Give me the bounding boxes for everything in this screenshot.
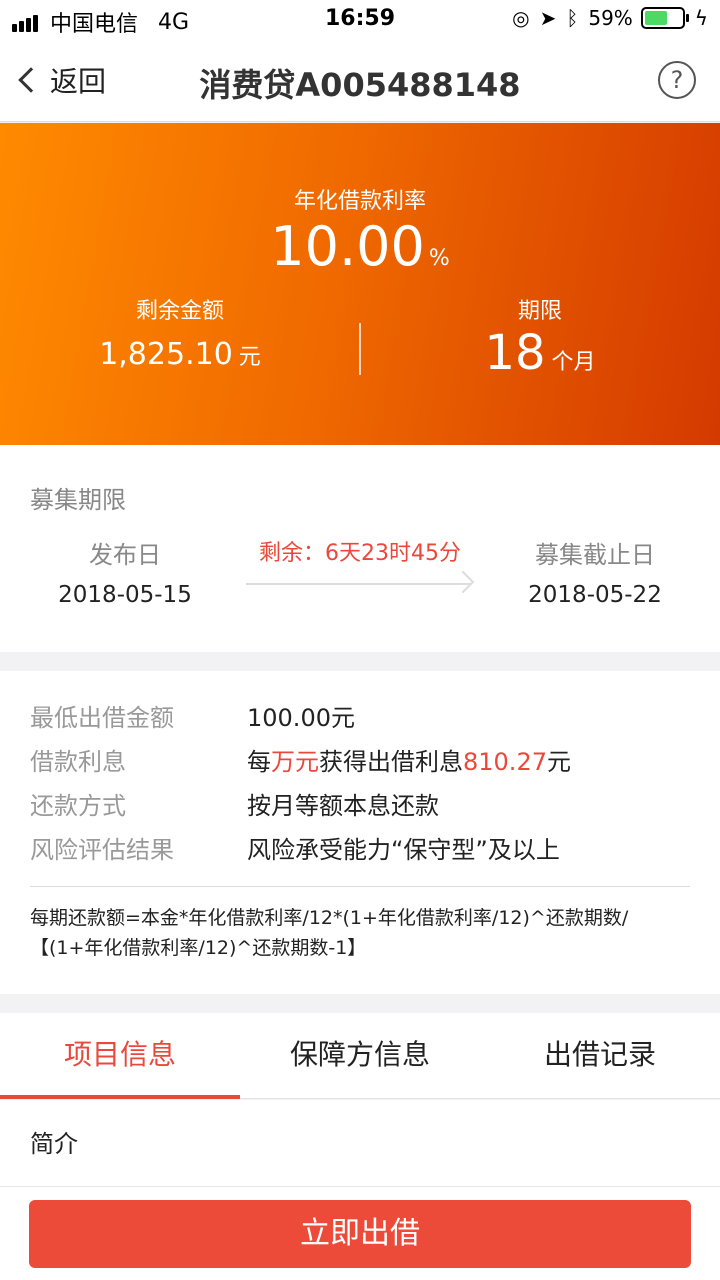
interest-row: 借款利息 每万元获得出借利息810.27元 [30,739,690,779]
bottom-action-bar: 立即出借 [0,1186,720,1280]
interest-value: 每万元获得出借利息810.27元 [247,742,571,777]
tab-lending-records[interactable]: 出借记录 [480,1013,720,1099]
risk-value: 风险承受能力“保守型”及以上 [247,835,560,864]
deadline-date: 2018-05-22 [528,582,662,608]
term-block: 期限 18 个月 [360,293,720,381]
term-unit: 个月 [551,350,596,375]
location-icon: ➤ [539,6,557,30]
raise-period-title: 募集期限 [30,486,126,514]
interest-suffix: 元 [546,747,571,776]
repay-label: 还款方式 [30,791,126,820]
page: 中国电信 4G 16:59 ◎ ➤ ᛒ 59% ϟ 返回 消费贷A0054881… [0,0,720,1280]
status-bar: 中国电信 4G 16:59 ◎ ➤ ᛒ 59% ϟ [0,0,720,40]
intro-section: 简介 [0,1100,720,1186]
lend-now-button[interactable]: 立即出借 [29,1200,691,1268]
publish-date: 2018-05-15 [58,582,192,608]
risk-label: 风险评估结果 [30,835,174,864]
loan-info-card: 最低出借金额 100.00元 借款利息 每万元获得出借利息810.27元 还款方… [0,671,720,994]
carrier-name: 中国电信 [50,12,139,37]
rate-display: 10.00% [0,215,720,278]
timeline-arrow-line [246,583,470,585]
rate-label: 年化借款利率 [293,189,426,214]
repay-value: 按月等额本息还款 [247,791,439,820]
deadline-label: 募集截止日 [535,541,655,569]
interest-prefix: 每 [247,747,271,776]
term-label: 期限 [517,299,562,324]
term-display: 18 个月 [360,325,720,381]
arrow-right-icon [451,570,475,594]
charging-icon: ϟ [694,6,708,30]
intro-title: 简介 [30,1130,78,1158]
min-amount-row: 最低出借金额 100.00元 [30,695,690,735]
min-amount-label: 最低出借金额 [30,703,174,732]
network-type: 4G [158,9,190,35]
status-left: 中国电信 4G [12,6,189,38]
rate-hero: 年化借款利率 10.00% 剩余金额 1,825.10 元 期限 18 个月 [0,123,720,445]
remaining-display: 1,825.10 元 [0,337,360,372]
rate-unit: % [428,246,450,271]
publish-label: 发布日 [89,541,161,569]
lock-rotation-icon: ◎ [512,6,530,30]
signal-icon [12,12,40,32]
remaining-amount-block: 剩余金额 1,825.10 元 [0,293,360,372]
help-icon[interactable]: ? [658,61,696,99]
repay-row: 还款方式 按月等额本息还款 [30,783,690,823]
status-right: ◎ ➤ ᛒ 59% ϟ [502,6,708,30]
detail-tabs: 项目信息 保障方信息 出借记录 [0,1013,720,1099]
battery-percent: 59% [588,6,633,30]
chevron-left-icon [18,67,44,93]
interest-amount: 810.27 [463,747,547,776]
publish-date-block: 发布日 2018-05-15 [30,535,220,608]
tab-guarantor-info[interactable]: 保障方信息 [240,1013,480,1099]
term-value: 18 [484,325,546,381]
interest-label: 借款利息 [30,747,126,776]
battery-icon [640,7,689,29]
remaining-label: 剩余金额 [135,299,224,324]
bluetooth-icon: ᛒ [566,6,579,30]
deadline-block: 募集截止日 2018-05-22 [500,535,690,608]
info-divider [30,886,690,887]
remaining-unit: 元 [238,345,261,370]
interest-unit: 万元 [271,747,319,776]
repayment-formula: 每期还款额=本金*年化借款利率/12*(1+年化借款利率/12)^还款期数/【(… [30,907,629,959]
page-title: 消费贷A005488148 [199,66,521,104]
interest-mid: 获得出借利息 [319,747,463,776]
min-amount-value: 100.00元 [247,703,355,732]
risk-row: 风险评估结果 风险承受能力“保守型”及以上 [30,827,690,867]
nav-bar: 返回 消费贷A005488148 ? [0,40,720,122]
raise-period-card: 募集期限 发布日 2018-05-15 剩余：6天23时45分 募集截止日 20… [0,445,720,652]
tab-project-info[interactable]: 项目信息 [0,1013,240,1099]
rate-value: 10.00 [270,215,425,278]
remaining-value: 1,825.10 [99,337,233,372]
back-label: 返回 [50,65,107,98]
remaining-time: 剩余：6天23时45分 [259,541,461,566]
back-button[interactable]: 返回 [14,60,106,100]
